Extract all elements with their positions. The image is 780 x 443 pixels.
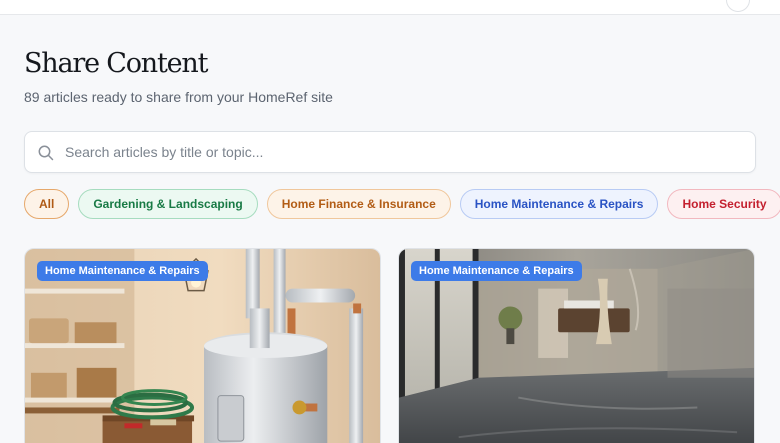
- filter-chip-all[interactable]: All: [24, 189, 70, 219]
- filter-chip-gardening[interactable]: Gardening & Landscaping: [78, 189, 258, 219]
- user-avatar[interactable]: [726, 0, 750, 12]
- category-badge: Home Maintenance & Repairs: [411, 261, 582, 281]
- article-card[interactable]: Home Maintenance & Repairs: [398, 248, 755, 443]
- search-bar[interactable]: [24, 131, 756, 173]
- top-navigation-bar: [0, 0, 780, 15]
- filter-chip-home-finance[interactable]: Home Finance & Insurance: [266, 189, 451, 219]
- search-icon: [38, 145, 54, 161]
- filter-chip-home-maintenance[interactable]: Home Maintenance & Repairs: [459, 189, 659, 219]
- category-badge: Home Maintenance & Repairs: [37, 261, 208, 281]
- category-filter-chips: All Gardening & Landscaping Home Finance…: [24, 189, 780, 219]
- filter-chip-home-security[interactable]: Home Security: [667, 189, 780, 219]
- search-input[interactable]: [65, 132, 745, 172]
- page-subtitle: 89 articles ready to share from your Hom…: [24, 89, 333, 105]
- article-card[interactable]: Home Maintenance & Repairs: [24, 248, 381, 443]
- page-title: Share Content: [24, 48, 208, 79]
